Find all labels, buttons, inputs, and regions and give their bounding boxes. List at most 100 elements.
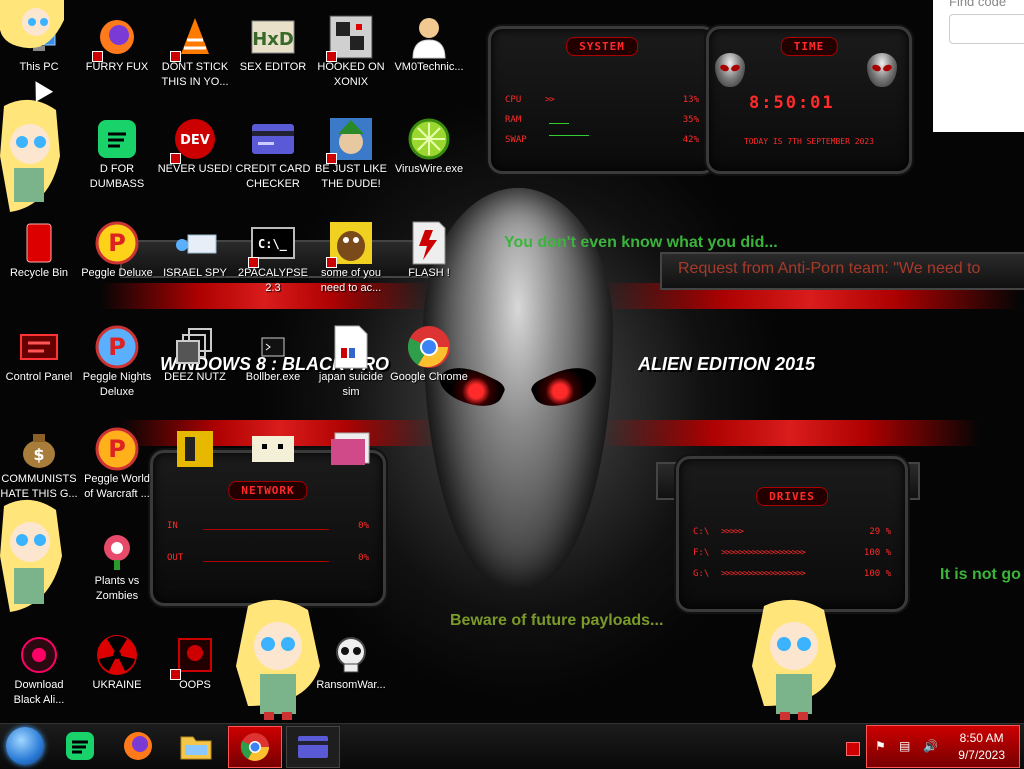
taskbar-file-explorer[interactable] [172, 726, 220, 766]
time-widget[interactable]: TIME 8:50:01 TODAY IS 7TH SEPTEMBER 2023 [706, 26, 912, 174]
credit-card-icon [250, 116, 296, 162]
vlc-cone-icon [170, 14, 218, 62]
tray-clock[interactable]: 8:50 AM 9/7/2023 [958, 730, 1005, 764]
icon-israel-spy[interactable]: ISRAEL SPY [156, 214, 234, 314]
icon-deez-nutz[interactable]: DEEZ NUTZ [156, 318, 234, 418]
message-know: You don't even know what you did... [504, 234, 778, 251]
icon-label: HOOKED ON XONIX [317, 61, 385, 88]
xonix-icon [326, 14, 374, 62]
icon-label: Control Panel [5, 371, 73, 383]
icon-label: Peggle Deluxe [81, 267, 153, 279]
icon-be-just-like-the-dude[interactable]: BE JUST LIKE THE DUDE! [312, 110, 390, 210]
star-butterfly-sticker [0, 0, 64, 50]
clock-display: 8:50:01 [749, 93, 835, 113]
drive-g-meter: >>>>>>>>>>>>>>>>>>> [721, 569, 806, 579]
taskbar-credit-card-checker[interactable] [286, 726, 340, 768]
icon-peggle-nights[interactable]: P Peggle Nights Deluxe [78, 318, 156, 418]
beaver-icon [326, 220, 374, 268]
icon-label: VirusWire.exe [394, 163, 464, 175]
spotify-icon [94, 116, 140, 162]
drive-c-meter: >>>>> [721, 527, 744, 537]
star-butterfly-sticker [0, 96, 64, 216]
message-beware: Beware of future payloads... [450, 612, 664, 629]
file-stack-icon [328, 426, 374, 472]
chrome-icon [240, 733, 269, 761]
icon-2pacalypse[interactable]: C:\_ 2PACALYPSE 2.3 [234, 214, 312, 314]
document-icon [328, 324, 374, 370]
drives-widget[interactable]: DRIVES C:\ >>>>> 29 % F:\ >>>>>>>>>>>>>>… [676, 456, 908, 612]
icon-flash[interactable]: FLASH ! [390, 214, 468, 314]
icon-hooked-on-xonix[interactable]: HOOKED ON XONIX [312, 8, 390, 108]
network-out-value: 0% [358, 553, 369, 563]
firefox-icon [124, 732, 152, 760]
desktop: WINDOWS 8 : BLACK PRO ALIEN EDITION 2015… [0, 0, 1024, 723]
taskbar-firefox[interactable] [114, 726, 162, 766]
stacked-windows-icon [172, 324, 218, 370]
icon-label: FURRY FUX [85, 61, 149, 73]
cpu-label: CPU [505, 95, 522, 105]
icon-d-for-dumbass[interactable]: D FOR DUMBASS [78, 110, 156, 210]
start-button[interactable] [6, 727, 44, 765]
peggle-icon: P [94, 220, 140, 266]
drive-c-label: C:\ [693, 527, 710, 537]
icon-google-chrome[interactable]: Google Chrome [390, 318, 468, 418]
icon-download-black-alien[interactable]: Download Black Ali... [0, 626, 78, 723]
icon-never-used[interactable]: DEV NEVER USED! [156, 110, 234, 210]
icon-winrar-like[interactable] [156, 420, 234, 520]
find-code-input[interactable] [949, 14, 1024, 44]
icon-sex-editor[interactable]: HxD SEX EDITOR [234, 8, 312, 108]
icon-label: SEX EDITOR [239, 61, 307, 73]
network-icon[interactable]: ▤ [899, 739, 910, 753]
peggle-wow-letter: P [108, 435, 126, 463]
devcpp-text: DEV [180, 133, 210, 148]
hxd-editor-icon: HxD [250, 14, 296, 60]
system-widget[interactable]: SYSTEM CPU >> 13% RAM 35% SWAP 42% [488, 26, 716, 174]
icon-label: Bollber.exe [245, 371, 301, 383]
find-code-panel[interactable]: Find code [933, 0, 1024, 132]
firefox-icon [92, 14, 140, 62]
drives-widget-title: DRIVES [756, 487, 828, 506]
find-code-label: Find code [949, 0, 1007, 9]
tray-time: 8:50 AM [959, 731, 1004, 745]
drive-c-value: 29 % [869, 527, 891, 537]
icon-bollber[interactable]: Bollber.exe [234, 318, 312, 418]
icon-ukraine[interactable]: UKRAINE [78, 626, 156, 723]
network-in-label: IN [167, 521, 178, 531]
taskbar-spotify[interactable] [56, 726, 104, 766]
icon-label: Download Black Ali... [13, 679, 65, 706]
icon-oops[interactable]: OOPS [156, 626, 234, 723]
peggle-nights-icon: P [94, 324, 140, 370]
tray-date: 9/7/2023 [958, 748, 1005, 762]
alien-eye-right [528, 358, 602, 416]
skull-icon [328, 632, 374, 678]
control-panel-icon [16, 324, 62, 370]
icon-pixel-face[interactable] [234, 420, 312, 520]
icon-furry-fux[interactable]: FURRY FUX [78, 8, 156, 108]
icon-label: DONT STICK THIS IN YO... [161, 61, 229, 88]
flag-icon[interactable]: ⚑ [875, 739, 886, 753]
drive-f-value: 100 % [863, 548, 891, 558]
show-hidden-icons-button[interactable] [846, 742, 860, 756]
volume-icon[interactable]: 🔊 [923, 739, 938, 753]
icon-credit-card-checker[interactable]: CREDIT CARD CHECKER [234, 110, 312, 210]
star-butterfly-sticker [0, 496, 66, 614]
money-bag-symbol: $ [33, 445, 44, 464]
icon-viruswire[interactable]: VirusWire.exe [390, 110, 468, 210]
icon-plants-vs-zombies[interactable]: Plants vs Zombies [78, 522, 156, 622]
icon-file-stack[interactable] [312, 420, 390, 520]
icon-label: some of you need to ac... [320, 267, 382, 294]
network-in-value: 0% [358, 521, 369, 531]
taskbar-google-chrome[interactable] [228, 726, 282, 768]
drive-f-meter: >>>>>>>>>>>>>>>>>>> [721, 548, 806, 558]
icon-japan-suicide-sim[interactable]: japan suicide sim [312, 318, 390, 418]
network-in-graph [203, 529, 329, 530]
icon-label: Plants vs Zombies [94, 575, 140, 602]
icon-recycle-bin[interactable]: Recycle Bin [0, 214, 78, 314]
icon-peggle-deluxe[interactable]: P Peggle Deluxe [78, 214, 156, 314]
icon-peggle-wow[interactable]: P Peggle World of Warcraft ... [78, 420, 156, 520]
icon-control-panel[interactable]: Control Panel [0, 318, 78, 418]
icon-vm0technic[interactable]: VM0Technic... [390, 8, 468, 108]
icon-some-of-you[interactable]: some of you need to ac... [312, 214, 390, 314]
icon-dont-stick[interactable]: DONT STICK THIS IN YO... [156, 8, 234, 108]
spotify-icon [66, 732, 94, 760]
